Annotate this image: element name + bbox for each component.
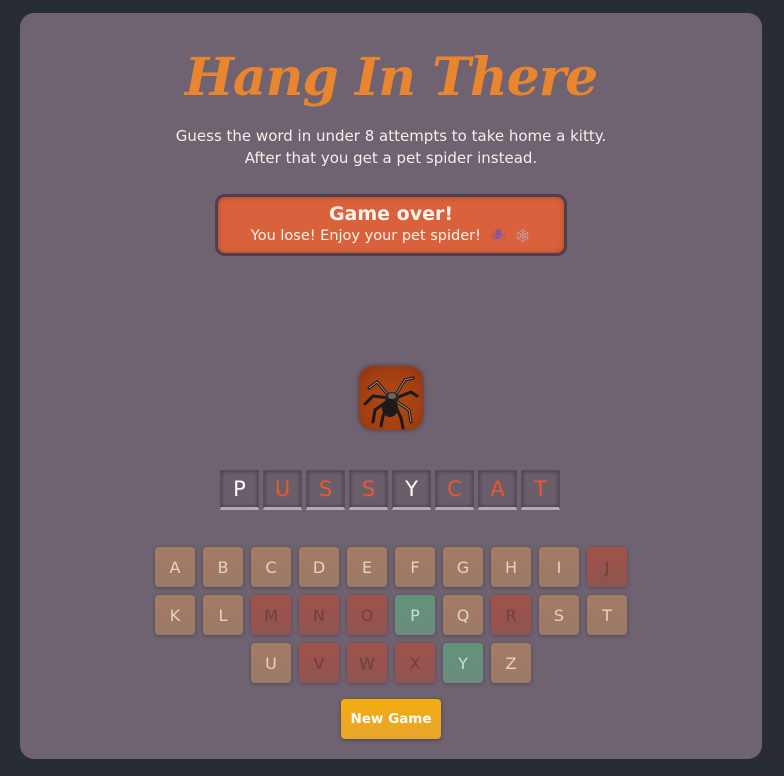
game-status-banner: Game over! You lose! Enjoy your pet spid… bbox=[215, 194, 567, 256]
status-message: You lose! Enjoy your pet spider! bbox=[250, 228, 481, 244]
keyboard-row-1: A B C D E F G H I J bbox=[20, 547, 762, 587]
spider-icon: 🕷 bbox=[489, 229, 507, 244]
status-message-wrap: You lose! Enjoy your pet spider! 🕷 🕸 bbox=[218, 228, 564, 244]
key-f[interactable]: F bbox=[395, 547, 435, 587]
key-g[interactable]: G bbox=[443, 547, 483, 587]
tarantula-icon bbox=[363, 376, 419, 430]
key-d[interactable]: D bbox=[299, 547, 339, 587]
keyboard-row-3: U V W X Y Z bbox=[20, 643, 762, 683]
key-u[interactable]: U bbox=[251, 643, 291, 683]
key-i[interactable]: I bbox=[539, 547, 579, 587]
key-p[interactable]: P bbox=[395, 595, 435, 635]
key-m[interactable]: M bbox=[251, 595, 291, 635]
key-o[interactable]: O bbox=[347, 595, 387, 635]
word-letter-tile: C bbox=[435, 470, 474, 510]
key-w[interactable]: W bbox=[347, 643, 387, 683]
game-card: Hang In There Guess the word in under 8 … bbox=[20, 13, 762, 759]
key-e[interactable]: E bbox=[347, 547, 387, 587]
key-z[interactable]: Z bbox=[491, 643, 531, 683]
key-j[interactable]: J bbox=[587, 547, 627, 587]
new-game-button[interactable]: New Game bbox=[341, 699, 441, 739]
tarantula-image bbox=[359, 366, 423, 430]
word-letter-tile: S bbox=[349, 470, 388, 510]
spider-web-icon: 🕸 bbox=[514, 229, 532, 244]
instructions-line-2: After that you get a pet spider instead. bbox=[244, 149, 538, 167]
key-h[interactable]: H bbox=[491, 547, 531, 587]
key-s[interactable]: S bbox=[539, 595, 579, 635]
key-x[interactable]: X bbox=[395, 643, 435, 683]
status-title: Game over! bbox=[328, 203, 454, 225]
keyboard-row-2: K L M N O P Q R S T bbox=[20, 595, 762, 635]
key-r[interactable]: R bbox=[491, 595, 531, 635]
key-c[interactable]: C bbox=[251, 547, 291, 587]
page-title: Hang In There bbox=[184, 47, 598, 108]
word-letter-tile: T bbox=[521, 470, 560, 510]
key-q[interactable]: Q bbox=[443, 595, 483, 635]
key-v[interactable]: V bbox=[299, 643, 339, 683]
word-letter-tile: P bbox=[220, 470, 259, 510]
instructions-line-1: Guess the word in under 8 attempts to ta… bbox=[175, 127, 607, 145]
word-letter-tile: Y bbox=[392, 470, 431, 510]
key-t[interactable]: T bbox=[587, 595, 627, 635]
key-k[interactable]: K bbox=[155, 595, 195, 635]
key-a[interactable]: A bbox=[155, 547, 195, 587]
word-display: P U S S Y C A T bbox=[220, 470, 560, 510]
key-b[interactable]: B bbox=[203, 547, 243, 587]
key-l[interactable]: L bbox=[203, 595, 243, 635]
key-n[interactable]: N bbox=[299, 595, 339, 635]
word-letter-tile: U bbox=[263, 470, 302, 510]
word-letter-tile: A bbox=[478, 470, 517, 510]
word-letter-tile: S bbox=[306, 470, 345, 510]
key-y[interactable]: Y bbox=[443, 643, 483, 683]
